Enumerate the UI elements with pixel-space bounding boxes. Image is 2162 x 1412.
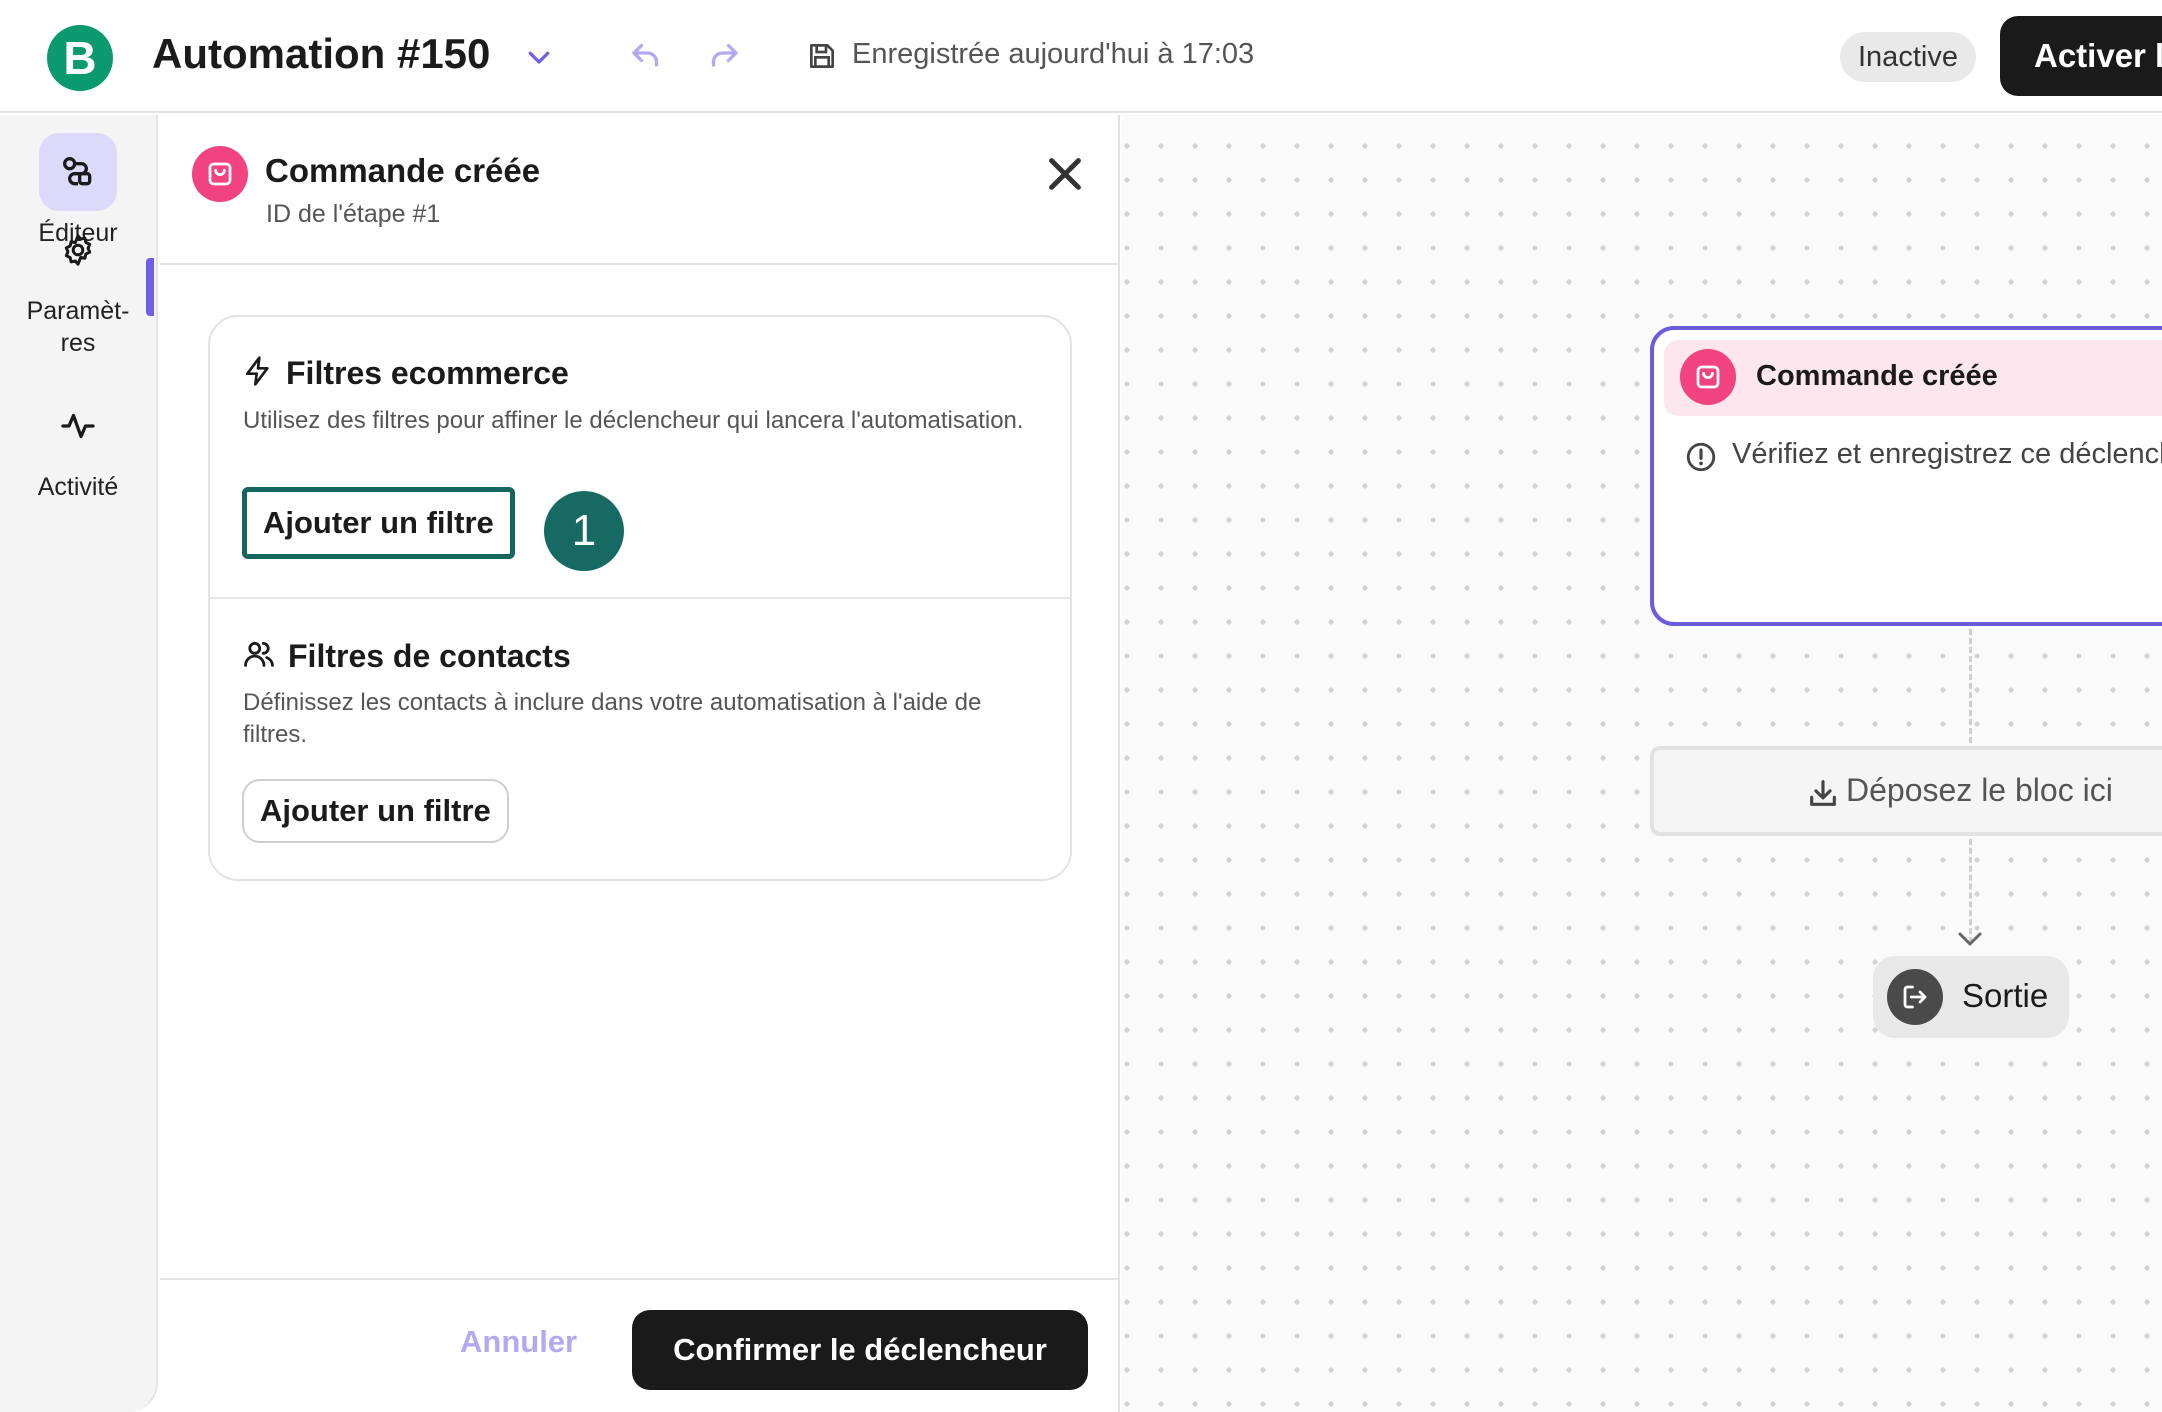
- rail-item-activity[interactable]: Activité: [0, 387, 156, 503]
- contact-filters-description: Définissez les contacts à inclure dans v…: [243, 689, 982, 748]
- activity-icon: [39, 387, 117, 465]
- shopping-bag-icon: [192, 146, 248, 202]
- gear-icon: [39, 211, 117, 289]
- trigger-node[interactable]: Commande créée Vérifiez et enregistrez c…: [1650, 326, 2162, 626]
- editor-icon: [39, 133, 117, 211]
- save-icon: [806, 40, 838, 77]
- ecommerce-filters-title: Filtres ecommerce: [286, 355, 569, 391]
- status-badge: Inactive: [1840, 32, 1976, 82]
- brevo-logo[interactable]: B: [47, 25, 113, 91]
- redo-icon[interactable]: [706, 38, 742, 79]
- exit-icon: [1887, 969, 1943, 1025]
- ecommerce-filters-description: Utilisez des filtres pour affiner le déc…: [243, 407, 1024, 434]
- top-bar: B Automation #150 Enregistrée aujourd'hu…: [0, 0, 2162, 113]
- ecommerce-filters-section: Filtres ecommerce Utilisez des filtres p…: [210, 317, 1070, 599]
- panel-title: Commande créée: [265, 152, 541, 189]
- save-status: Enregistrée aujourd'hui à 17:03: [852, 38, 1255, 70]
- contact-filters-title: Filtres de contacts: [288, 638, 571, 674]
- contacts-icon: [242, 637, 276, 676]
- shopping-bag-icon: [1680, 349, 1736, 405]
- activate-button[interactable]: Activer l'automatisation: [2000, 16, 2162, 96]
- rail-item-settings[interactable]: Paramèt- res: [0, 211, 156, 359]
- undo-icon[interactable]: [628, 38, 664, 79]
- panel-header: Commande créée ID de l'étape #1: [160, 115, 1118, 265]
- trigger-node-header: Commande créée: [1664, 340, 2162, 416]
- rail-label-activity: Activité: [37, 473, 119, 501]
- trigger-node-warning: Vérifiez et enregistrez ce déclencheur: [1732, 438, 2162, 470]
- connector-line: [1969, 839, 1972, 943]
- lightning-icon: [242, 355, 274, 392]
- step-marker-badge: 1: [544, 491, 624, 571]
- workflow-canvas[interactable]: Commande créée Vérifiez et enregistrez c…: [1122, 115, 2162, 1412]
- left-rail: Éditeur Paramèt- res Activité: [0, 115, 158, 1412]
- exit-label: Sortie: [1962, 977, 2049, 1014]
- close-icon[interactable]: [1042, 151, 1088, 197]
- chevron-down-icon[interactable]: [524, 42, 554, 77]
- automation-title[interactable]: Automation #150: [152, 30, 490, 78]
- rail-label-settings: Paramèt- res: [26, 297, 130, 357]
- exit-node[interactable]: Sortie: [1873, 956, 2069, 1038]
- drop-zone-label: Déposez le bloc ici: [1846, 772, 2113, 808]
- filters-card: Filtres ecommerce Utilisez des filtres p…: [208, 315, 1072, 881]
- contact-filters-heading: Filtres de contacts: [242, 637, 571, 676]
- trigger-settings-panel: Commande créée ID de l'étape #1 Filtres …: [160, 115, 1120, 1412]
- rail-active-marker: [146, 258, 154, 316]
- add-ecommerce-filter-button[interactable]: Ajouter un filtre: [242, 487, 515, 559]
- add-contact-filter-button[interactable]: Ajouter un filtre: [242, 779, 509, 843]
- connector-line: [1969, 629, 1972, 743]
- panel-footer: Annuler Confirmer le déclencheur: [160, 1278, 1118, 1412]
- ecommerce-filters-heading: Filtres ecommerce: [242, 355, 569, 392]
- warning-circle-icon: [1684, 440, 1718, 479]
- panel-step-id: ID de l'étape #1: [266, 200, 441, 228]
- trigger-node-title: Commande créée: [1756, 360, 1998, 392]
- confirm-trigger-button[interactable]: Confirmer le déclencheur: [632, 1310, 1088, 1390]
- arrow-down-icon: [1955, 929, 1985, 956]
- download-icon: [1806, 776, 1840, 815]
- drop-zone[interactable]: Déposez le bloc ici: [1650, 746, 2162, 836]
- cancel-button[interactable]: Annuler: [460, 1324, 577, 1360]
- contact-filters-section: Filtres de contacts Définissez les conta…: [210, 599, 1070, 879]
